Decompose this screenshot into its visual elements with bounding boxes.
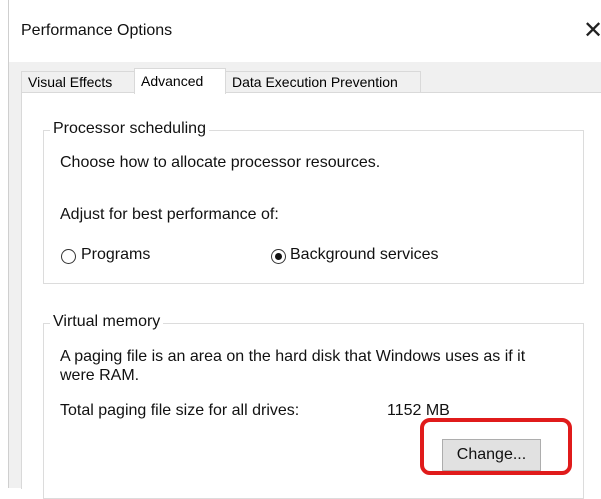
virtual-memory-legend: Virtual memory: [50, 313, 164, 331]
tab-label: Data Execution Prevention: [232, 74, 398, 90]
tab-data-execution-prevention[interactable]: Data Execution Prevention: [225, 71, 421, 93]
close-icon: ✕: [582, 16, 601, 44]
total-paging-label: Total paging file size for all drives:: [60, 402, 300, 419]
processor-scheduling-group: Processor scheduling Choose how to alloc…: [43, 120, 584, 284]
programs-radio[interactable]: [61, 249, 76, 264]
tab-label: Visual Effects: [28, 74, 113, 90]
adjust-label: Adjust for best performance of:: [60, 206, 279, 223]
tab-visual-effects[interactable]: Visual Effects: [21, 71, 135, 93]
window-title: Performance Options: [21, 22, 173, 39]
performance-options-window: Performance Options ✕ Visual Effects Adv…: [0, 0, 601, 499]
virtual-memory-description-line1: A paging file is an area on the hard dis…: [60, 348, 526, 365]
background-services-radio[interactable]: [271, 249, 286, 264]
close-button[interactable]: ✕: [577, 14, 601, 46]
virtual-memory-description-line2: were RAM.: [60, 367, 140, 384]
tab-label: Advanced: [141, 73, 204, 89]
processor-scheduling-legend: Processor scheduling: [50, 120, 209, 138]
change-button-highlight: [420, 418, 572, 475]
tab-advanced[interactable]: Advanced: [134, 68, 226, 94]
processor-description: Choose how to allocate processor resourc…: [60, 154, 381, 171]
background-services-label[interactable]: Background services: [290, 246, 439, 264]
title-bar: Performance Options ✕: [9, 0, 601, 62]
programs-label[interactable]: Programs: [81, 246, 150, 264]
